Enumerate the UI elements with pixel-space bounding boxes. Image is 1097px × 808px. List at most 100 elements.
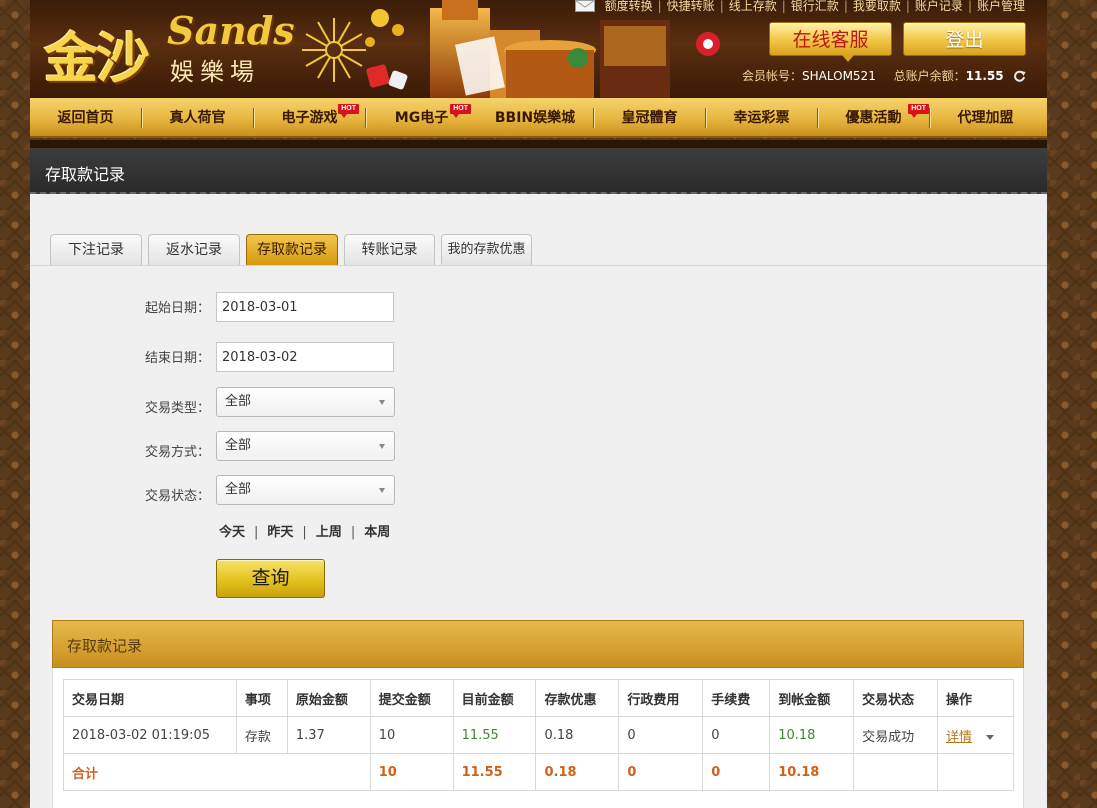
records-title: 存取款记录 bbox=[67, 637, 143, 655]
nav-label: 代理加盟 bbox=[957, 110, 1014, 126]
records-panel: 存取款记录 交易日期 事项 原始金额 提交金额 目前金额 存款优惠 行政费用 手… bbox=[52, 620, 1024, 808]
logo-subtitle: 娛樂場 bbox=[170, 58, 260, 86]
transaction-type-label: 交易类型： bbox=[144, 401, 210, 416]
chevron-down-icon[interactable] bbox=[985, 734, 994, 740]
nav-item-sports[interactable]: 皇冠體育 bbox=[594, 98, 705, 138]
top-link-account-records[interactable]: 账户记录 bbox=[915, 0, 963, 13]
column-header: 提交金额 bbox=[369, 679, 454, 717]
total-submitted: 10 bbox=[369, 753, 454, 791]
detail-link[interactable]: 详情 bbox=[946, 730, 972, 745]
total-action-empty bbox=[936, 753, 1015, 791]
end-date-input[interactable] bbox=[216, 342, 394, 372]
total-status-empty bbox=[853, 753, 938, 791]
start-date-input[interactable] bbox=[216, 292, 394, 322]
top-link-account-manage[interactable]: 账户管理 bbox=[977, 0, 1025, 13]
balance-label: 总账户余额： bbox=[893, 69, 966, 83]
cell-submitted: 10 bbox=[369, 716, 454, 754]
divider: | bbox=[657, 0, 662, 13]
divider: | bbox=[350, 525, 356, 540]
online-service-button[interactable]: 在线客服 bbox=[769, 22, 892, 62]
divider: | bbox=[905, 0, 910, 13]
nav-label: BBIN娱樂城 bbox=[494, 110, 576, 126]
quick-date-last-week[interactable]: 上周 bbox=[316, 525, 342, 540]
cell-admin-fee: 0 bbox=[618, 716, 704, 754]
table-header-row: 交易日期 事项 原始金额 提交金额 目前金额 存款优惠 行政费用 手续费 到帐金… bbox=[63, 679, 1015, 717]
total-current: 11.55 bbox=[452, 753, 537, 791]
transaction-method-select[interactable]: 全部 bbox=[216, 431, 395, 461]
tab-my-deposit-bonus[interactable]: 我的存款优惠 bbox=[441, 234, 532, 266]
record-tabs: 下注记录 返水记录 存取款记录 转账记录 我的存款优惠 bbox=[50, 234, 538, 266]
tab-bet-records[interactable]: 下注记录 bbox=[50, 234, 142, 266]
column-header: 交易日期 bbox=[63, 679, 237, 717]
site-header: 金沙 Sands 娛樂場 额度转换 | 快捷转账 | 线上存款 | 银行汇款 |… bbox=[30, 0, 1047, 98]
nav-item-agent[interactable]: 代理加盟 bbox=[930, 98, 1041, 138]
column-header: 交易状态 bbox=[853, 679, 938, 717]
nav-item-live-dealer[interactable]: 真人荷官 bbox=[142, 98, 253, 138]
mail-icon[interactable] bbox=[574, 0, 595, 12]
total-bonus: 0.18 bbox=[535, 753, 620, 791]
total-fee: 0 bbox=[702, 753, 771, 791]
logo-english: Sands bbox=[167, 8, 295, 53]
total-received: 10.18 bbox=[769, 753, 855, 791]
tab-rebate-records[interactable]: 返水记录 bbox=[148, 234, 240, 266]
nav-item-bbin[interactable]: BBIN娱樂城 bbox=[477, 98, 593, 138]
nav-label: MG电子 bbox=[394, 110, 449, 126]
query-button[interactable]: 查询 bbox=[216, 559, 325, 598]
transaction-type-select[interactable]: 全部 bbox=[216, 387, 395, 417]
top-link-bank-remit[interactable]: 银行汇款 bbox=[791, 0, 839, 13]
nav-item-promotions[interactable]: 優惠活動 HOT bbox=[818, 98, 929, 138]
column-header: 操作 bbox=[936, 679, 1015, 717]
logout-button[interactable]: 登出 bbox=[903, 22, 1026, 56]
tab-transfer-records[interactable]: 转账记录 bbox=[344, 234, 435, 266]
top-links: 额度转换 | 快捷转账 | 线上存款 | 银行汇款 | 我要取款 | 账户记录 | 账户管理 bbox=[574, 0, 1025, 14]
nav-item-lottery[interactable]: 幸运彩票 bbox=[706, 98, 817, 138]
nav-label: 幸运彩票 bbox=[733, 110, 790, 126]
chevron-down-icon bbox=[379, 400, 385, 405]
casino-banner-image bbox=[365, 0, 720, 98]
quick-date-today[interactable]: 今天 bbox=[219, 525, 245, 540]
divider: | bbox=[781, 0, 786, 13]
transaction-status-select[interactable]: 全部 bbox=[216, 475, 395, 505]
tabs-divider bbox=[30, 265, 1047, 266]
transaction-status-value: 全部 bbox=[225, 482, 252, 497]
tab-deposit-withdraw-records[interactable]: 存取款记录 bbox=[246, 234, 338, 266]
top-link-quota-transfer[interactable]: 额度转换 bbox=[605, 0, 653, 13]
refresh-icon[interactable] bbox=[1013, 70, 1026, 83]
divider: | bbox=[843, 0, 848, 13]
records-body: 交易日期 事项 原始金额 提交金额 目前金额 存款优惠 行政费用 手续费 到帐金… bbox=[52, 668, 1024, 808]
table-row: 2018-03-02 01:19:05 存款 1.37 10 11.55 0.1… bbox=[63, 716, 1015, 754]
divider: | bbox=[719, 0, 724, 13]
cell-received: 10.18 bbox=[769, 716, 855, 754]
divider: | bbox=[967, 0, 972, 13]
records-header bbox=[52, 620, 1024, 668]
quick-date-this-week[interactable]: 本周 bbox=[364, 525, 390, 540]
top-link-withdraw[interactable]: 我要取款 bbox=[853, 0, 901, 13]
page-header bbox=[30, 148, 1047, 194]
cell-fee: 0 bbox=[702, 716, 771, 754]
cell-action: 详情 bbox=[936, 716, 1015, 754]
nav-item-mg[interactable]: MG电子 HOT bbox=[366, 98, 477, 138]
nav-item-slots[interactable]: 电子游戏 HOT bbox=[254, 98, 365, 138]
total-label: 合计 bbox=[63, 753, 371, 791]
cell-original: 1.37 bbox=[286, 716, 371, 754]
nav-label: 返回首页 bbox=[57, 110, 114, 126]
quick-date-links: 今天 | 昨天 | 上周 | 本周 bbox=[219, 521, 390, 540]
end-date-label: 结束日期： bbox=[144, 351, 210, 366]
column-header: 目前金额 bbox=[452, 679, 537, 717]
account-info: 会员帐号：SHALOM521 总账户余额：11.55 bbox=[742, 67, 1026, 84]
top-link-online-deposit[interactable]: 线上存款 bbox=[729, 0, 777, 13]
nav-item-home[interactable]: 返回首页 bbox=[30, 98, 141, 138]
page-title: 存取款记录 bbox=[45, 165, 126, 184]
top-link-quick-transfer[interactable]: 快捷转账 bbox=[667, 0, 715, 13]
divider: | bbox=[254, 525, 259, 540]
nav-label: 皇冠體育 bbox=[621, 110, 678, 126]
quick-date-yesterday[interactable]: 昨天 bbox=[267, 525, 293, 540]
transaction-method-value: 全部 bbox=[225, 438, 252, 453]
nav-label: 电子游戏 bbox=[281, 110, 338, 126]
main-nav: 返回首页 真人荷官 电子游戏 HOT MG电子 HOT BBIN娱樂城 皇冠體育 幸… bbox=[30, 98, 1047, 138]
site-logo[interactable]: 金沙 Sands 娛樂場 bbox=[42, 8, 366, 90]
total-admin-fee: 0 bbox=[618, 753, 704, 791]
column-header: 行政费用 bbox=[618, 679, 704, 717]
divider: | bbox=[302, 525, 307, 540]
column-header: 事项 bbox=[235, 679, 288, 717]
